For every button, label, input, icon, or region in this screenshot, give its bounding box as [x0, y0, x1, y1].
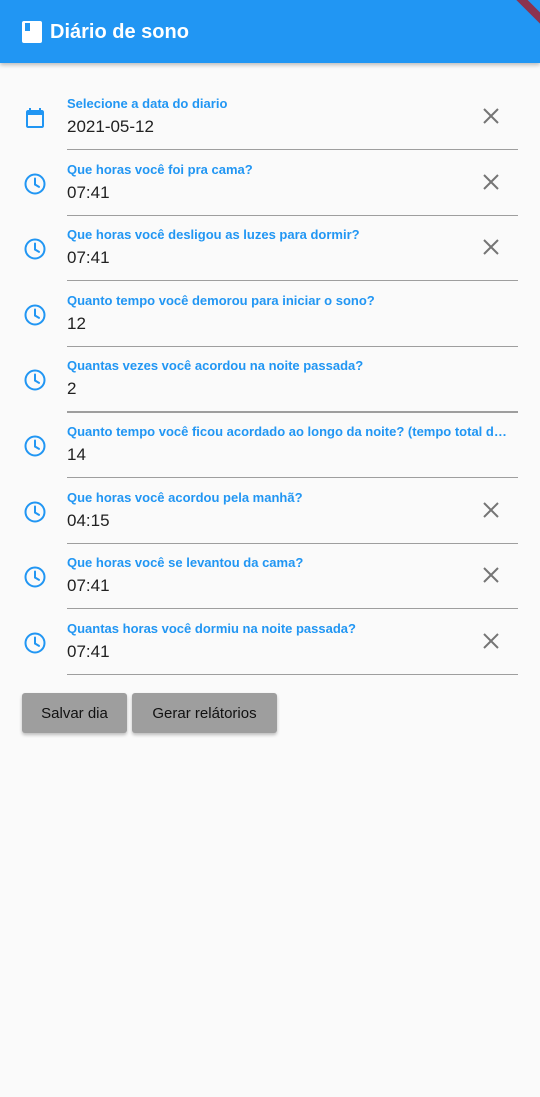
close-icon[interactable] [479, 498, 503, 522]
field-label: Que horas você desligou as luzes para do… [67, 227, 360, 242]
form-field[interactable]: Que horas você desligou as luzes para do… [0, 194, 540, 281]
save-day-button[interactable]: Salvar dia [22, 693, 127, 733]
generate-reports-button[interactable]: Gerar relátorios [132, 693, 277, 733]
page-title: Diário de sono [50, 21, 189, 43]
field-label: Quantas vezes você acordou na noite pass… [67, 358, 364, 373]
calendar-icon [23, 106, 47, 130]
field-label: Quanto tempo você demorou para iniciar o… [67, 293, 375, 308]
form-field[interactable]: Selecione a data do diario 2021-05-12 [0, 63, 540, 150]
clock-icon [23, 631, 47, 655]
clock-icon [23, 237, 47, 261]
form-field[interactable]: Que horas você acordou pela manhã? 04:15 [0, 457, 540, 544]
field-value[interactable]: 07:41 [67, 642, 110, 662]
debug-banner [510, 0, 540, 30]
close-icon[interactable] [479, 235, 503, 259]
close-icon[interactable] [479, 629, 503, 653]
form-field[interactable]: Quanto tempo você ficou acordado ao long… [0, 391, 540, 478]
field-label: Selecione a data do diario [67, 96, 228, 111]
form-field[interactable]: Que horas você foi pra cama? 07:41 [0, 129, 540, 216]
clock-icon [23, 172, 47, 196]
app-bar: Diário de sono [0, 0, 540, 63]
clock-icon [23, 565, 47, 589]
field-label: Que horas você acordou pela manhã? [67, 490, 303, 505]
form-field[interactable]: Quanto tempo você demorou para iniciar o… [0, 260, 540, 347]
book-icon [22, 21, 42, 43]
form-field[interactable]: Quantas horas você dormiu na noite passa… [0, 588, 540, 675]
field-underline [67, 674, 518, 675]
form-field[interactable]: Que horas você se levantou da cama? 07:41 [0, 522, 540, 609]
form-field[interactable]: Quantas vezes você acordou na noite pass… [0, 325, 540, 413]
clock-icon [23, 303, 47, 327]
field-label: Quantas horas você dormiu na noite passa… [67, 621, 356, 636]
clock-icon [23, 434, 47, 458]
field-label: Quanto tempo você ficou acordado ao long… [67, 424, 509, 439]
clock-icon [23, 368, 47, 392]
field-label: Que horas você se levantou da cama? [67, 555, 304, 570]
close-icon[interactable] [479, 563, 503, 587]
field-label: Que horas você foi pra cama? [67, 162, 253, 177]
close-icon[interactable] [479, 170, 503, 194]
clock-icon [23, 500, 47, 524]
close-icon[interactable] [479, 104, 503, 128]
